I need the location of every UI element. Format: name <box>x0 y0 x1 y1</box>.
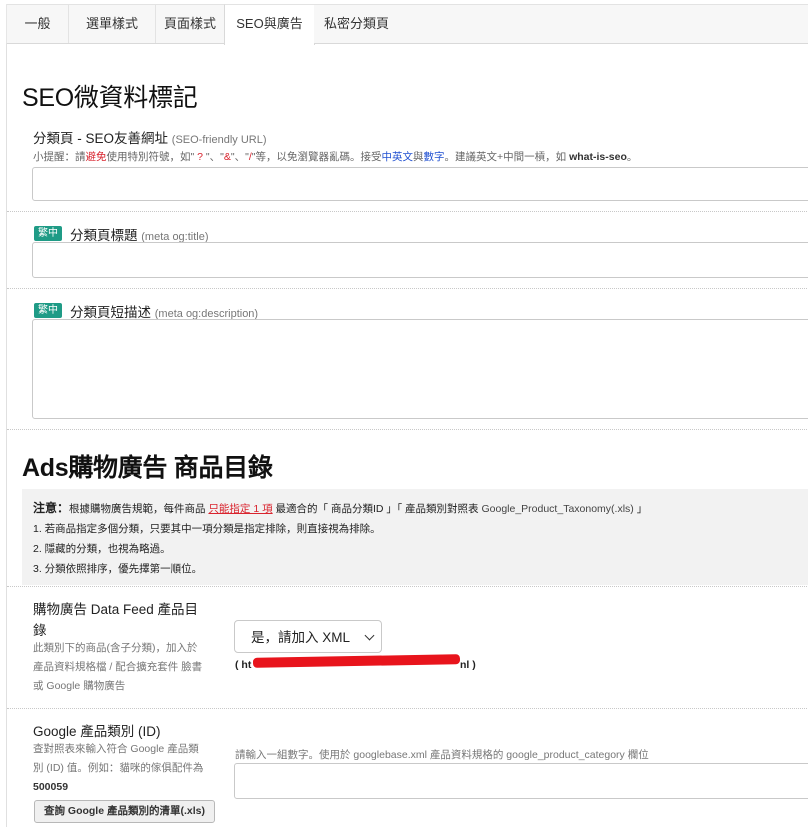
hint-text: 與 <box>413 151 424 163</box>
notice-line: 2. 隱藏的分類，也視為略過。 <box>33 543 171 555</box>
settings-panel: SEO微資料標記 分類頁 - SEO友善網址 (SEO-friendly URL… <box>6 43 808 827</box>
taxonomy-list-button[interactable]: 查詢 Google 產品類別的清單(.xls) <box>34 800 215 823</box>
notice-bold: 注意： <box>33 501 70 515</box>
notice-line: 1. 若商品指定多個分類，只要其中一項分類是指定排除，則直接視為排除。 <box>33 523 381 535</box>
friendly-url-input[interactable] <box>32 167 808 201</box>
category-desc: 查對照表來輸入符合 Google 產品類 別 (ID) 值。例如：貓咪的傢俱配件… <box>33 740 203 797</box>
hint-symbol: ? <box>194 151 206 163</box>
notice-text: 最適合的「 商品分類ID 」「 產品類別對照表 <box>272 503 482 515</box>
tab-seo-ads[interactable]: SEO與廣告 <box>224 4 315 45</box>
category-id-input[interactable] <box>234 763 808 799</box>
notice-text: 根據購物廣告規範，每件商品 <box>69 503 209 515</box>
page-title-input[interactable] <box>32 242 808 278</box>
datafeed-desc: 此類別下的商品(含子分類)，加入於 產品資料規格檔 / 配合擴充套件 臉書 或 … <box>33 639 202 696</box>
hint-text: "等，以免瀏覽器亂碼。接受 <box>251 151 382 163</box>
tab-bar: 一般 選單樣式 頁面樣式 SEO與廣告 私密分類頁 <box>6 4 808 45</box>
category-desc-line: 別 (ID) 值。例如：貓咪的傢俱配件為 <box>33 762 204 774</box>
datafeed-desc-line: 此類別下的商品(含子分類)，加入於 <box>33 642 198 654</box>
datafeed-label-line: 購物廣告 Data Feed 產品目 <box>33 602 199 617</box>
category-desc-line: 查對照表來輸入符合 Google 產品類 <box>33 743 199 755</box>
url-suffix-group: nl ) <box>460 659 476 671</box>
tab-page-style[interactable]: 頁面樣式 <box>156 4 225 43</box>
page-title-label: 分類頁標題 (meta og:title) <box>70 224 209 244</box>
category-hint: 請輸入一組數字。使用於 googlebase.xml 產品資料規格的 googl… <box>235 749 649 761</box>
chevron-down-icon <box>364 630 375 641</box>
divider <box>7 708 808 709</box>
url-paren: ) <box>469 659 476 671</box>
tab-bar-filler <box>399 4 808 43</box>
divider <box>7 211 808 212</box>
hint-highlight: 中英文 <box>381 151 414 163</box>
taxonomy-file-link[interactable]: Google_Product_Taxonomy(.xls) <box>481 503 633 515</box>
tab-private-category[interactable]: 私密分類頁 <box>314 4 400 43</box>
category-label: Google 產品類別 (ID) <box>33 724 161 739</box>
page-desc-label: 分類頁短描述 (meta og:description) <box>70 301 258 321</box>
friendly-url-sublabel: (SEO-friendly URL) <box>171 134 267 146</box>
datafeed-desc-line: 或 Google 購物廣告 <box>33 680 126 692</box>
friendly-url-label: 分類頁 - SEO友善網址 (SEO-friendly URL) <box>33 127 267 147</box>
datafeed-select[interactable]: 是，請加入 XML <box>234 620 382 653</box>
notice-link[interactable]: 只能指定 1 項 <box>208 503 272 515</box>
hint-text: "、" <box>205 151 224 163</box>
notice-line: 注意：根據購物廣告規範，每件商品 只能指定 1 項 最適合的「 商品分類ID 」… <box>33 499 647 516</box>
notice-line: 3. 分類依照排序，優先擇第一順位。 <box>33 563 203 575</box>
datafeed-select-value: 是，請加入 XML <box>251 630 351 645</box>
lang-badge: 繁中 <box>34 226 62 241</box>
hint-text: 使用特別符號，如" <box>106 151 195 163</box>
category-example-id: 500059 <box>33 781 69 793</box>
datafeed-label: 購物廣告 Data Feed 產品目 錄 <box>33 599 198 641</box>
friendly-url-hint: 小提醒：請避免使用特別符號，如" ? "、"&"、"/"等，以免瀏覽器亂碼。接受… <box>33 149 637 164</box>
url-prefix: ht <box>241 659 252 671</box>
datafeed-label-line: 錄 <box>33 623 47 638</box>
divider <box>7 288 808 289</box>
hint-text: 。建議英文+中間一槓，如 <box>444 151 570 163</box>
page-desc-label-text: 分類頁短描述 <box>70 305 151 320</box>
page-title-label-text: 分類頁標題 <box>70 228 138 243</box>
lang-badge: 繁中 <box>34 303 62 318</box>
page-desc-textarea[interactable] <box>32 319 808 419</box>
hint-text: 小提醒：請 <box>33 151 86 163</box>
ads-notice: 注意：根據購物廣告規範，每件商品 只能指定 1 項 最適合的「 商品分類ID 」… <box>22 489 808 585</box>
hint-avoid: 避免 <box>85 151 107 163</box>
ads-section-title: Ads購物廣告 商品目錄 <box>22 454 273 482</box>
hint-highlight: 數字 <box>423 151 445 163</box>
seo-section-title: SEO微資料標記 <box>22 84 198 112</box>
notice-text: 」 <box>633 503 648 515</box>
hint-example: what-is-seo <box>569 151 627 163</box>
tab-menu-style[interactable]: 選單樣式 <box>69 4 156 43</box>
hint-text: "、" <box>230 151 249 163</box>
url-suffix: nl <box>460 659 470 671</box>
hint-symbol: & <box>223 151 231 163</box>
hint-text: 。 <box>626 151 638 163</box>
divider <box>7 586 808 587</box>
datafeed-desc-line: 產品資料規格檔 / 配合擴充套件 臉書 <box>33 661 203 673</box>
divider <box>7 429 808 430</box>
tab-general[interactable]: 一般 <box>7 4 69 43</box>
friendly-url-label-text: 分類頁 - SEO友善網址 <box>33 131 169 146</box>
